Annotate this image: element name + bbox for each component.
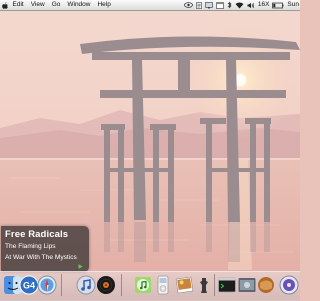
- window-icon[interactable]: [216, 0, 224, 10]
- menu-go[interactable]: Go: [48, 0, 64, 10]
- menu-clock[interactable]: Sun: [287, 0, 299, 10]
- vinyl-record-icon[interactable]: [96, 275, 116, 295]
- menu-bar: Edit View Go Window Help 16X Sun: [0, 0, 300, 11]
- track-title: Free Radicals: [5, 229, 69, 240]
- terminal-icon[interactable]: [217, 275, 237, 295]
- dock-separator: [121, 274, 122, 296]
- menu-extras: 16X Sun: [183, 0, 300, 10]
- volume-icon[interactable]: [247, 0, 255, 10]
- system-preferences-icon[interactable]: [237, 275, 257, 295]
- eye-icon[interactable]: [183, 0, 193, 10]
- photos-icon[interactable]: [175, 275, 195, 295]
- menu-window[interactable]: Window: [64, 0, 94, 10]
- track-album: At War With The Mystics: [5, 254, 77, 261]
- svg-text:G4: G4: [23, 281, 35, 291]
- safari-compass-icon[interactable]: [37, 275, 57, 295]
- wifi-icon[interactable]: [235, 0, 244, 10]
- g4-badge-icon[interactable]: G4: [19, 275, 39, 295]
- music-cd-icon[interactable]: [133, 275, 153, 295]
- ipod-icon[interactable]: [153, 275, 173, 295]
- display-icon[interactable]: [205, 0, 213, 10]
- menu-view[interactable]: View: [27, 0, 48, 10]
- menu-help[interactable]: Help: [94, 0, 114, 10]
- dock-separator: [214, 274, 215, 296]
- menu-edit[interactable]: Edit: [9, 0, 27, 10]
- bluetooth-icon[interactable]: [227, 0, 232, 10]
- chess-icon[interactable]: [194, 275, 214, 295]
- track-artist: The Flaming Lips: [5, 243, 56, 250]
- itunes-icon[interactable]: [76, 275, 96, 295]
- script-menu-icon[interactable]: [196, 0, 202, 10]
- play-icon[interactable]: [78, 264, 83, 269]
- mail-icon[interactable]: [256, 275, 276, 295]
- apple-menu-icon[interactable]: [1, 0, 9, 10]
- dock-separator: [61, 274, 62, 296]
- trash-icon[interactable]: [279, 275, 299, 295]
- battery-icon[interactable]: [272, 0, 284, 10]
- battery-status[interactable]: 16X: [258, 0, 270, 10]
- now-playing-widget[interactable]: Free Radicals The Flaming Lips At War Wi…: [1, 226, 89, 272]
